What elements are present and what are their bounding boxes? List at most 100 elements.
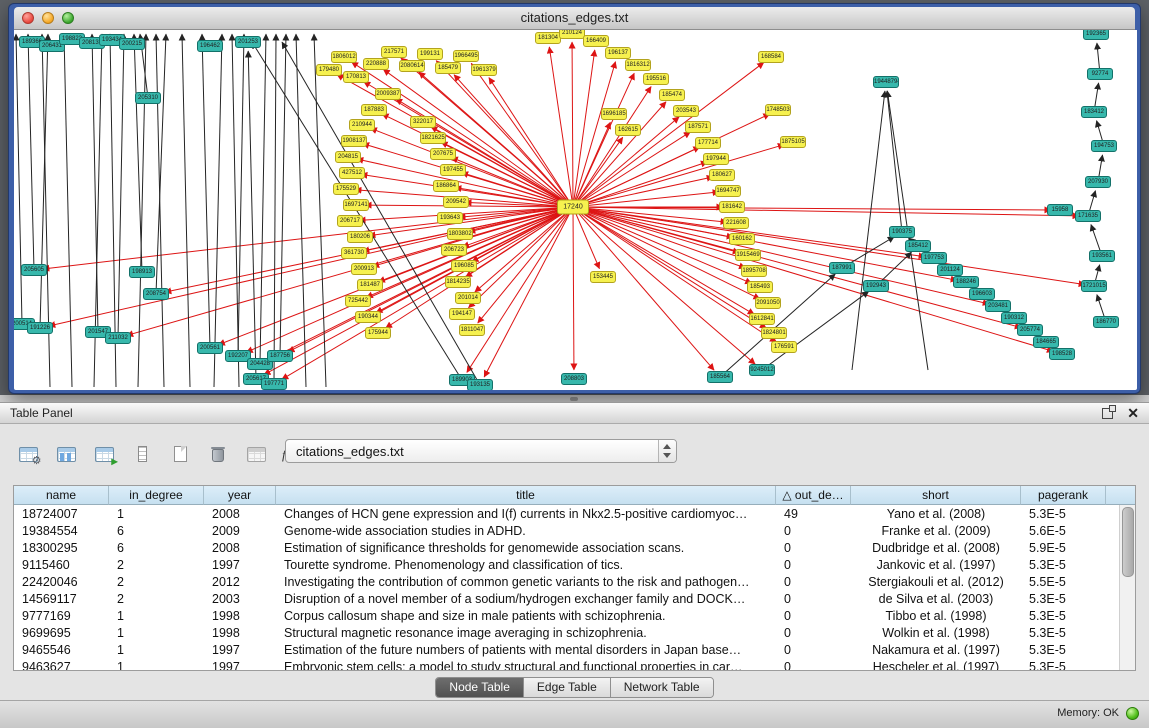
- graph-node[interactable]: 179480: [316, 64, 342, 76]
- graph-node[interactable]: 191226: [27, 322, 53, 334]
- graph-node[interactable]: 168584: [758, 51, 784, 63]
- graph-node[interactable]: 361730: [341, 247, 367, 259]
- table-row[interactable]: 1456911722003Disruption of a novel membe…: [14, 590, 1120, 607]
- graph-node[interactable]: 190344: [355, 311, 381, 323]
- graph-node[interactable]: 1694747: [715, 185, 741, 197]
- graph-node[interactable]: 1966495: [453, 50, 479, 62]
- close-panel-icon[interactable]: ✕: [1127, 406, 1139, 420]
- graph-node[interactable]: 1811047: [459, 324, 485, 336]
- graph-node[interactable]: 205605: [21, 264, 47, 276]
- network-canvas[interactable]: 1893662064311988232081371934342002151964…: [14, 30, 1137, 390]
- graph-node[interactable]: 196603: [969, 288, 995, 300]
- graph-node[interactable]: 1895708: [741, 265, 767, 277]
- graph-node[interactable]: 160162: [729, 233, 755, 245]
- close-button[interactable]: [22, 12, 34, 24]
- tab-edge-table[interactable]: Edge Table: [524, 678, 611, 697]
- graph-node[interactable]: 187883: [361, 104, 387, 116]
- graph-node[interactable]: 9245012: [749, 364, 775, 376]
- graph-node[interactable]: 153445: [590, 271, 616, 283]
- graph-node[interactable]: 19448794: [873, 76, 899, 88]
- graph-node[interactable]: 2091050: [755, 297, 781, 309]
- graph-node[interactable]: 195516: [643, 73, 669, 85]
- graph-node[interactable]: 188246: [953, 276, 979, 288]
- graph-node[interactable]: 190312: [1001, 312, 1027, 324]
- graph-node[interactable]: 197455: [440, 164, 466, 176]
- graph-node[interactable]: 171635: [1075, 210, 1101, 222]
- tab-network-table[interactable]: Network Table: [611, 678, 713, 697]
- column-settings-button[interactable]: [16, 442, 40, 466]
- minimize-button[interactable]: [42, 12, 54, 24]
- graph-node[interactable]: 1821625: [420, 132, 446, 144]
- graph-node[interactable]: 1814235: [445, 276, 471, 288]
- graph-node[interactable]: 725442: [345, 295, 371, 307]
- graph-node[interactable]: 1696185: [601, 108, 627, 120]
- graph-node[interactable]: 197753: [921, 252, 947, 264]
- graph-node[interactable]: 175944: [365, 327, 391, 339]
- column-header-name[interactable]: name: [14, 486, 109, 505]
- graph-node[interactable]: 166409: [583, 35, 609, 47]
- graph-node[interactable]: 2009387: [375, 88, 401, 100]
- graph-node[interactable]: 187756: [267, 350, 293, 362]
- graph-node[interactable]: 208754: [143, 288, 169, 300]
- graph-node[interactable]: 181642: [719, 201, 745, 213]
- graph-node[interactable]: 207675: [430, 148, 456, 160]
- graph-node[interactable]: 1697141: [343, 199, 369, 211]
- graph-node[interactable]: 186864: [433, 180, 459, 192]
- table-scrollbar-thumb[interactable]: [1122, 507, 1134, 577]
- table-selector[interactable]: citations_edges.txt: [285, 439, 677, 463]
- graph-node[interactable]: 192943: [863, 280, 889, 292]
- graph-node[interactable]: 209542: [443, 196, 469, 208]
- column-header-pagerank[interactable]: pagerank: [1021, 486, 1106, 505]
- graph-node[interactable]: 1824801: [761, 327, 787, 339]
- graph-node[interactable]: 187571: [685, 121, 711, 133]
- graph-node[interactable]: 170813: [343, 71, 369, 83]
- table-row[interactable]: 1938455462009Genome-wide association stu…: [14, 522, 1120, 539]
- graph-node[interactable]: 185564: [707, 371, 733, 383]
- graph-node[interactable]: 1816312: [625, 59, 651, 71]
- graph-node[interactable]: 194753: [1091, 140, 1117, 152]
- graph-node[interactable]: 196462: [197, 40, 223, 52]
- panel-splitter-handle[interactable]: [570, 397, 578, 401]
- graph-node[interactable]: 1748503: [765, 104, 791, 116]
- merge-tables-button[interactable]: [244, 442, 268, 466]
- graph-node[interactable]: 186770: [1093, 316, 1119, 328]
- graph-node[interactable]: 210124: [559, 30, 585, 39]
- graph-node[interactable]: 183412: [1081, 106, 1107, 118]
- graph-node[interactable]: 1908137: [341, 135, 367, 147]
- graph-node[interactable]: 200215: [119, 38, 145, 50]
- graph-node[interactable]: 203481: [985, 300, 1011, 312]
- graph-node[interactable]: 187991: [829, 262, 855, 274]
- graph-node[interactable]: 200561: [197, 342, 223, 354]
- graph-node[interactable]: 193135: [467, 379, 493, 390]
- window-titlebar[interactable]: citations_edges.txt: [14, 7, 1135, 30]
- graph-node[interactable]: 1961379: [471, 64, 497, 76]
- graph-node[interactable]: 196137: [605, 47, 631, 59]
- import-table-button[interactable]: [92, 442, 116, 466]
- graph-node[interactable]: 181487: [357, 279, 383, 291]
- column-header-out_degree[interactable]: △ out_de…: [776, 486, 851, 505]
- column-header-short[interactable]: short: [851, 486, 1021, 505]
- graph-node[interactable]: 203543: [673, 105, 699, 117]
- graph-node[interactable]: 1721015: [1081, 280, 1107, 292]
- graph-node[interactable]: 211032: [105, 332, 131, 344]
- graph-node[interactable]: 193561: [1089, 250, 1115, 262]
- graph-node[interactable]: 197944: [703, 153, 729, 165]
- graph-node[interactable]: 204815: [335, 151, 361, 163]
- column-header-year[interactable]: year: [204, 486, 276, 505]
- graph-node[interactable]: 1915469: [735, 249, 761, 261]
- graph-node[interactable]: 201124: [937, 264, 963, 276]
- column-header-title[interactable]: title: [276, 486, 776, 505]
- table-row[interactable]: 946554611997Estimation of the future num…: [14, 641, 1120, 658]
- graph-node[interactable]: 177714: [695, 137, 721, 149]
- table-row[interactable]: 969969511998Structural magnetic resonanc…: [14, 624, 1120, 641]
- zoom-button[interactable]: [62, 12, 74, 24]
- graph-node[interactable]: 185493: [747, 281, 773, 293]
- graph-node[interactable]: 175529: [333, 183, 359, 195]
- table-row[interactable]: 2242004622012Investigating the contribut…: [14, 573, 1120, 590]
- graph-node[interactable]: 210944: [349, 119, 375, 131]
- graph-node[interactable]: 205774: [1017, 324, 1043, 336]
- graph-node[interactable]: 185479: [435, 62, 461, 74]
- graph-node[interactable]: 1612841: [749, 313, 775, 325]
- table-row[interactable]: 946362711997Embryonic stem cells: a mode…: [14, 658, 1120, 670]
- graph-node[interactable]: 1803802: [447, 228, 473, 240]
